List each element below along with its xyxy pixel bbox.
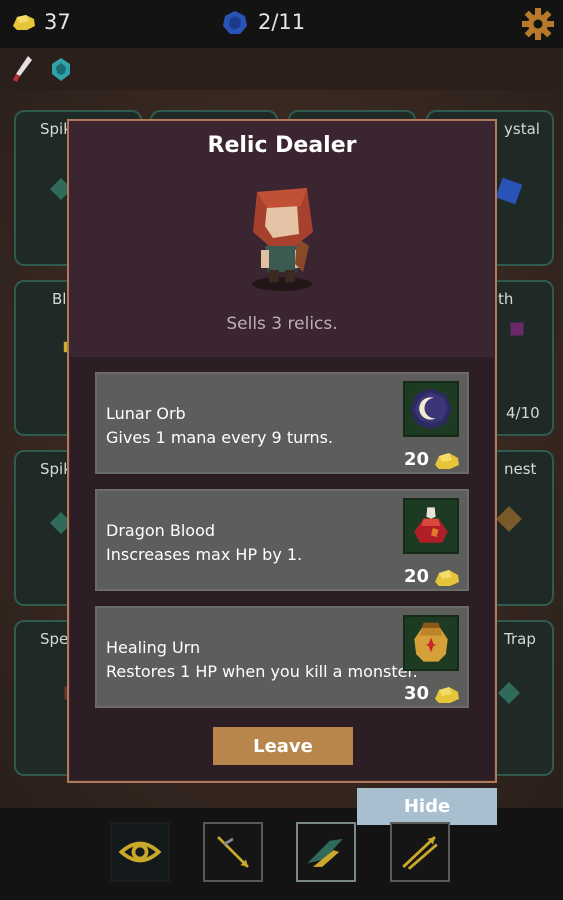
tile-label: Trap bbox=[504, 630, 536, 648]
relic-name: Healing Urn bbox=[106, 638, 201, 657]
dialog-subtitle: Sells 3 relics. bbox=[226, 314, 338, 334]
dialog-header: Relic Dealer Sells 3 relics. bbox=[69, 121, 495, 357]
mana-crystal-icon bbox=[223, 11, 247, 34]
relic-description: Restores 1 HP when you kill a monster. bbox=[106, 662, 418, 681]
relic-thumbnail bbox=[403, 615, 459, 671]
relic-dealer-dialog: Relic Dealer Sells 3 relics. Lunar Orb G… bbox=[67, 119, 497, 783]
relic-thumbnail bbox=[403, 381, 459, 437]
relic-name: Lunar Orb bbox=[106, 404, 186, 423]
dealer-portrait-icon bbox=[252, 188, 313, 291]
arrow-ability-icon[interactable] bbox=[203, 822, 263, 882]
gold-icon bbox=[435, 570, 459, 586]
dialog-title: Relic Dealer bbox=[207, 133, 357, 158]
relic-price: 30 bbox=[403, 683, 429, 704]
urn-icon bbox=[414, 622, 448, 662]
relic-name: Dragon Blood bbox=[106, 521, 216, 540]
gold-icon bbox=[13, 15, 35, 30]
tile-label: Bl bbox=[52, 290, 67, 308]
relic-offer[interactable]: Healing Urn Restores 1 HP when you kill … bbox=[95, 606, 469, 708]
moon-orb-icon bbox=[410, 388, 452, 430]
relic-thumbnail bbox=[403, 498, 459, 554]
potion-icon bbox=[414, 507, 448, 543]
tile-label: nest bbox=[504, 460, 537, 478]
dagger-relic-icon bbox=[13, 56, 32, 82]
tile-icon bbox=[510, 322, 524, 336]
gold-count: 37 bbox=[44, 10, 71, 34]
gem-relic-icon bbox=[52, 58, 70, 81]
relic-description: Gives 1 mana every 9 turns. bbox=[106, 428, 334, 447]
relic-price: 20 bbox=[403, 449, 429, 470]
wing-ability-icon[interactable] bbox=[296, 822, 356, 882]
tile-icon bbox=[496, 506, 522, 532]
relic-price: 20 bbox=[403, 566, 429, 587]
leave-button[interactable]: Leave bbox=[213, 727, 353, 765]
relic-description: Inscreases max HP by 1. bbox=[106, 545, 303, 564]
tile-icon bbox=[497, 681, 521, 705]
gear-icon[interactable] bbox=[521, 7, 555, 41]
relic-offer[interactable]: Dragon Blood Inscreases max HP by 1. 20 bbox=[95, 489, 469, 591]
tile-counter: 4/10 bbox=[506, 404, 540, 422]
relic-offer[interactable]: Lunar Orb Gives 1 mana every 9 turns. 20 bbox=[95, 372, 469, 474]
mana-count: 2/11 bbox=[258, 10, 306, 34]
gold-icon bbox=[435, 453, 459, 469]
triple-arrow-ability-icon[interactable] bbox=[390, 822, 450, 882]
tile-label: th bbox=[498, 290, 514, 308]
tile-label: ystal bbox=[504, 120, 540, 138]
top-hud: 37 2/11 bbox=[0, 0, 563, 48]
tile-icon bbox=[495, 177, 523, 205]
gold-icon bbox=[435, 687, 459, 703]
hide-button[interactable]: Hide bbox=[357, 788, 497, 825]
eye-ability-icon[interactable] bbox=[110, 822, 170, 882]
